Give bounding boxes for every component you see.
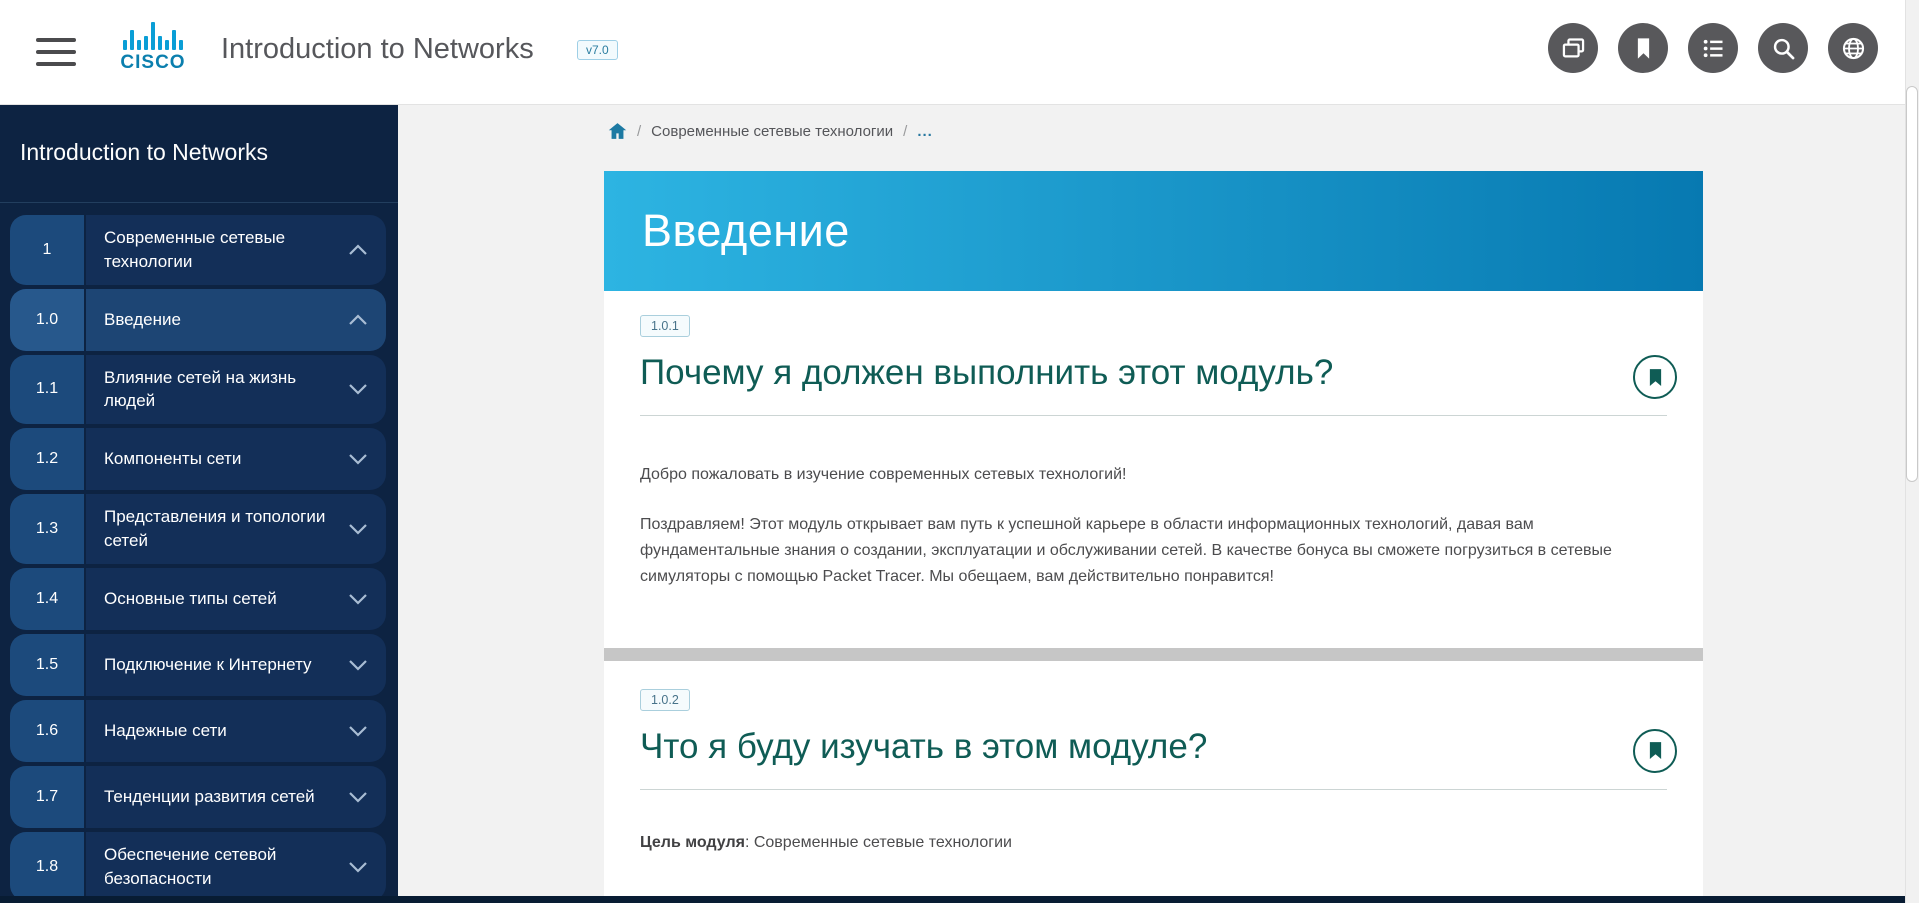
section-number: 1.3 [10,494,84,564]
breadcrumb-separator: / [903,123,907,140]
chevron-icon [348,314,368,326]
module-banner-title: Введение [604,205,850,257]
section-label: Компоненты сети [86,428,386,490]
chevron-icon [348,244,368,256]
section-number: 1.1 [10,355,84,425]
module-nav-list: 1 Современные сетевые технологии 1.0 Вве… [0,203,398,901]
chevron-icon [348,791,368,803]
section-label: Надежные сети [86,700,386,762]
section-label: Подключение к Интернету [86,634,386,696]
topic-section-102: 1.0.2 Что я буду изучать в этом модуле? … [604,661,1703,852]
sidebar-item-1-6[interactable]: 1.6 Надежные сети [10,700,386,762]
topic-badge: 1.0.2 [640,689,690,711]
section-label: Современные сетевые технологии [86,215,386,285]
section-number: 1.8 [10,832,84,902]
section-label: Представления и топологии сетей [86,494,386,564]
section-label: Тенденции развития сетей [86,766,386,828]
chevron-icon [348,659,368,671]
breadcrumb: / Современные сетевые технологии / ... [608,122,933,140]
heading-rule [640,415,1667,416]
course-sidebar: Introduction to Networks 1 Современные с… [0,105,398,903]
sidebar-item-1-7[interactable]: 1.7 Тенденции развития сетей [10,766,386,828]
section-number: 1.0 [10,289,84,351]
cisco-logo[interactable]: CISCO [108,18,198,74]
module-banner: Введение [604,171,1703,291]
goal-value: Современные сетевые технологии [754,834,1012,851]
bottom-strip [0,896,1905,903]
sidebar-item-1-8[interactable]: 1.8 Обеспечение сетевой безопасности [10,832,386,902]
sidebar-item-1-4[interactable]: 1.4 Основные типы сетей [10,568,386,630]
chevron-icon [348,593,368,605]
home-icon[interactable] [608,122,627,140]
lesson-card: Введение 1.0.1 Почему я должен выполнить… [604,171,1703,903]
windows-icon[interactable] [1548,23,1598,73]
cisco-logo-text: CISCO [108,52,198,74]
page-scrollbar[interactable] [1905,0,1919,903]
chevron-icon [348,453,368,465]
chevron-icon [348,725,368,737]
section-label: Обеспечение сетевой безопасности [86,832,386,902]
section-number: 1.4 [10,568,84,630]
bookmark-topic-button[interactable] [1633,355,1677,399]
section-label: Введение [86,289,386,351]
topic-heading: Что я буду изучать в этом модуле? [640,727,1600,767]
app-screen: CISCO Introduction to Networks v7.0 [0,0,1919,903]
section-label: Основные типы сетей [86,568,386,630]
topic-section-101: 1.0.1 Почему я должен выполнить этот мод… [604,291,1703,648]
section-number: 1.2 [10,428,84,490]
goal-label: Цель модуля [640,834,745,851]
sidebar-item-1-0[interactable]: 1.0 Введение [10,289,386,351]
breadcrumb-separator: / [637,123,641,140]
version-badge: v7.0 [577,40,618,60]
sidebar-item-1-5[interactable]: 1.5 Подключение к Интернету [10,634,386,696]
topic-badge: 1.0.1 [640,315,690,337]
sidebar-item-1-2[interactable]: 1.2 Компоненты сети [10,428,386,490]
heading-rule [640,789,1667,790]
topic-heading: Почему я должен выполнить этот модуль? [640,353,1600,393]
sidebar-item-1-1[interactable]: 1.1 Влияние сетей на жизнь людей [10,355,386,425]
section-number: 1.7 [10,766,84,828]
bookmark-icon[interactable] [1618,23,1668,73]
sidebar-item-1-3[interactable]: 1.3 Представления и топологии сетей [10,494,386,564]
chevron-icon [348,861,368,873]
list-icon[interactable] [1688,23,1738,73]
section-label: Влияние сетей на жизнь людей [86,355,386,425]
top-header: CISCO Introduction to Networks v7.0 [0,0,1919,105]
section-number: 1.6 [10,700,84,762]
sidebar-item-1[interactable]: 1 Современные сетевые технологии [10,215,386,285]
scrollbar-thumb[interactable] [1906,86,1918,482]
sidebar-course-title: Introduction to Networks [0,105,398,166]
section-number: 1.5 [10,634,84,696]
search-icon[interactable] [1758,23,1808,73]
cisco-bars-icon [108,18,198,50]
breadcrumb-ellipsis[interactable]: ... [917,123,933,140]
course-title: Introduction to Networks [221,33,534,66]
hamburger-menu-icon[interactable] [36,38,76,66]
paragraph: Добро пожаловать в изучение современных … [640,462,1667,488]
header-icon-bar [1548,23,1878,73]
paragraph: Поздравляем! Этот модуль открывает вам п… [640,512,1667,590]
chevron-icon [348,383,368,395]
module-goal: Цель модуля: Современные сетевые техноло… [640,834,1667,852]
section-number: 1 [10,215,84,285]
section-divider [604,648,1703,661]
breadcrumb-section[interactable]: Современные сетевые технологии [651,123,893,140]
chevron-icon [348,523,368,535]
bookmark-topic-button[interactable] [1633,729,1677,773]
globe-icon[interactable] [1828,23,1878,73]
